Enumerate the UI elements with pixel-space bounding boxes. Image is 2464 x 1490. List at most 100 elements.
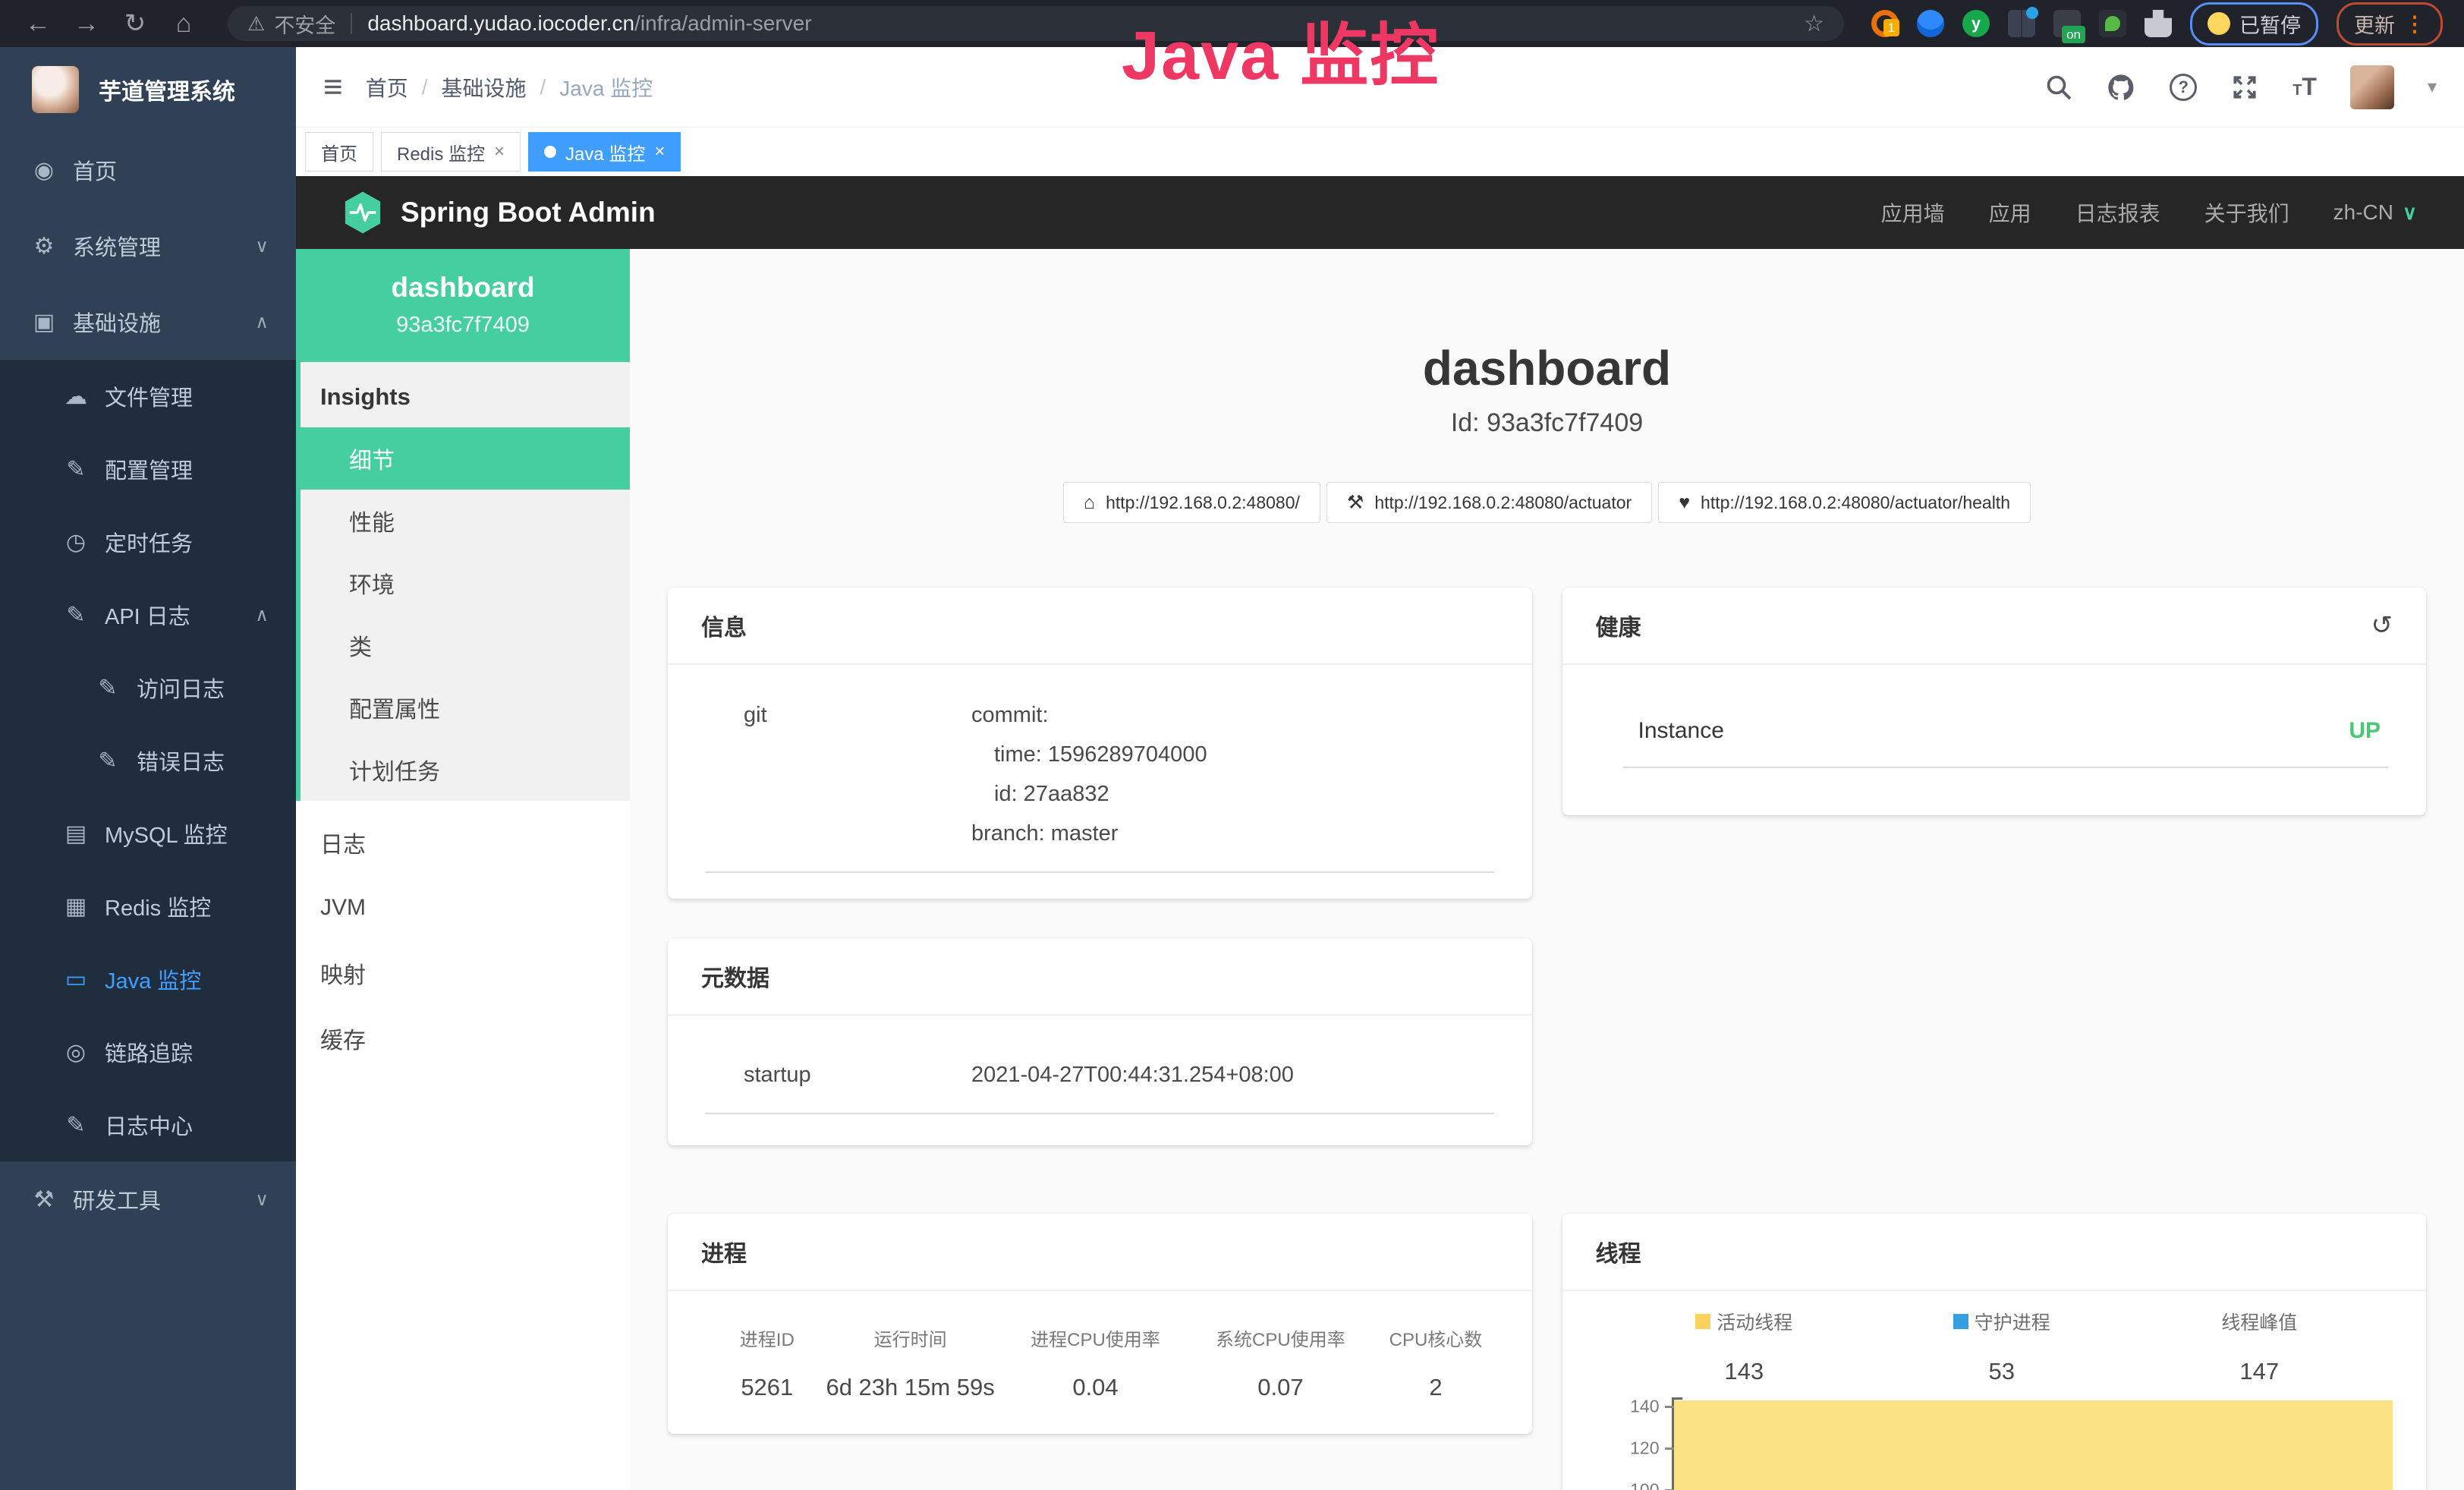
sba-item-mappings[interactable]: 映射 xyxy=(296,940,630,1006)
extension-icon-pin[interactable] xyxy=(1917,10,1944,37)
browser-reload-icon[interactable]: ↻ xyxy=(118,8,152,39)
font-size-icon[interactable]: TT xyxy=(2292,73,2317,101)
sba-root-items: 日志 JVM 映射 缓存 xyxy=(296,801,630,1071)
sidebar-item-config-management[interactable]: ✎ 配置管理 xyxy=(0,433,296,506)
sba-item-jvm[interactable]: JVM xyxy=(296,875,630,940)
health-instance-row[interactable]: Instance UP xyxy=(1562,665,2427,744)
sidebar-item-home[interactable]: ◉ 首页 xyxy=(0,132,296,208)
legend-label: 活动线程 xyxy=(1717,1308,1792,1335)
legend-peak-threads[interactable]: 线程峰值 xyxy=(2131,1308,2389,1335)
startup-row: startup 2021-04-27T00:44:31.254+08:00 xyxy=(668,1016,1532,1095)
browser-home-icon[interactable]: ⌂ xyxy=(167,9,200,39)
url-domain[interactable]: dashboard.yudao.iocoder.cn xyxy=(367,11,634,36)
sba-item-classes[interactable]: 类 xyxy=(301,614,630,676)
profile-paused-chip[interactable]: 已暂停 xyxy=(2190,2,2318,46)
search-icon[interactable] xyxy=(2045,74,2072,101)
health-url-button[interactable]: ♥ http://192.168.0.2:48080/actuator/heal… xyxy=(1658,482,2031,523)
browser-forward-icon[interactable]: → xyxy=(70,9,103,39)
fullscreen-icon[interactable] xyxy=(2230,73,2259,102)
sidebar-item-log-center[interactable]: ✎ 日志中心 xyxy=(0,1088,296,1161)
gear-icon: ⚙ xyxy=(30,233,58,260)
help-icon[interactable]: ? xyxy=(2170,74,2197,101)
sba-item-details[interactable]: 细节 xyxy=(301,427,630,490)
sba-item-caches[interactable]: 缓存 xyxy=(296,1006,630,1071)
y-tick-label: 120 xyxy=(1630,1438,1659,1459)
sidebar-item-infrastructure[interactable]: ▣ 基础设施 ∧ xyxy=(0,284,296,360)
extension-icon-leaf[interactable] xyxy=(2099,10,2126,37)
extension-icon-y[interactable]: y xyxy=(1962,10,1990,37)
sidebar-item-label: 错误日志 xyxy=(137,745,225,777)
page-title: dashboard xyxy=(668,340,2426,396)
github-icon[interactable] xyxy=(2106,72,2136,102)
actuator-url-button[interactable]: ⚒ http://192.168.0.2:48080/actuator xyxy=(1326,482,1652,523)
sba-locale-select[interactable]: zh-CN ∨ xyxy=(2333,200,2417,225)
extension-icon-switch[interactable]: on xyxy=(2053,10,2081,37)
legend-daemon-threads[interactable]: 守护进程 xyxy=(1873,1308,2131,1335)
caret-down-icon[interactable]: ▾ xyxy=(2428,76,2437,98)
tag-redis-monitor[interactable]: Redis 监控 × xyxy=(381,132,521,172)
service-url-button[interactable]: ⌂ http://192.168.0.2:48080/ xyxy=(1063,482,1320,523)
sidebar-item-system[interactable]: ⚙ 系统管理 ∨ xyxy=(0,208,296,284)
history-icon[interactable]: ↺ xyxy=(2371,610,2393,641)
sidebar-item-dev-tools[interactable]: ⚒ 研发工具 ∨ xyxy=(0,1161,296,1237)
col-header: 系统CPU使用率 xyxy=(1191,1325,1370,1351)
sba-item-logs[interactable]: 日志 xyxy=(296,810,630,875)
chevron-up-icon: ∧ xyxy=(255,311,269,333)
update-label: 更新 xyxy=(2354,9,2395,39)
sba-item-config-props[interactable]: 配置属性 xyxy=(301,676,630,739)
browser-back-icon[interactable]: ← xyxy=(21,9,55,39)
url-path[interactable]: /infra/admin-server xyxy=(634,11,811,36)
sidebar-item-label: 配置管理 xyxy=(105,453,193,485)
threads-legend: 活动线程 守护进程 线程峰值 xyxy=(1562,1291,2427,1335)
chevron-up-icon: ∧ xyxy=(255,604,269,626)
browser-url-bar[interactable]: ⚠ 不安全 dashboard.yudao.iocoder.cn /infra/… xyxy=(228,6,1844,41)
sidebar-item-label: API 日志 xyxy=(105,599,190,631)
chrome-menu-kebab-icon[interactable]: ⋮ xyxy=(2404,11,2425,36)
sba-brand-title[interactable]: Spring Boot Admin xyxy=(401,197,656,228)
extension-icon-grid[interactable] xyxy=(2008,10,2035,37)
hamburger-icon[interactable]: ≡ xyxy=(323,68,343,106)
instance-links: ⌂ http://192.168.0.2:48080/ ⚒ http://192… xyxy=(668,482,2426,523)
sba-nav-about[interactable]: 关于我们 xyxy=(2204,197,2289,228)
metadata-card: 元数据 startup 2021-04-27T00:44:31.254+08:0… xyxy=(668,938,1532,1145)
sidebar-item-scheduled-jobs[interactable]: ◷ 定时任务 xyxy=(0,506,296,578)
instance-id-line: Id: 93a3fc7f7409 xyxy=(668,408,2426,438)
extension-icon-orange[interactable]: 1 xyxy=(1871,10,1899,37)
edit-icon: ✎ xyxy=(62,456,90,483)
breadcrumb-home[interactable]: 首页 xyxy=(366,72,408,102)
bookmark-star-icon[interactable]: ☆ xyxy=(1804,11,1824,37)
sba-nav-journal[interactable]: 日志报表 xyxy=(2075,197,2160,228)
sba-instance-header[interactable]: dashboard 93a3fc7f7409 xyxy=(296,249,630,362)
chrome-update-button[interactable]: 更新 ⋮ xyxy=(2337,2,2443,46)
breadcrumb-infrastructure[interactable]: 基础设施 xyxy=(441,72,526,102)
sba-nav-wallboard[interactable]: 应用墙 xyxy=(1881,197,1945,228)
page-annotation: Java 监控 xyxy=(1122,0,1440,99)
git-commit-line: commit: xyxy=(971,695,1494,735)
sba-item-scheduled-tasks[interactable]: 计划任务 xyxy=(301,739,630,801)
sidebar-item-file-management[interactable]: ☁ 文件管理 xyxy=(0,360,296,433)
sidebar-item-redis-monitor[interactable]: ▦ Redis 监控 xyxy=(0,870,296,943)
info-card-header: 信息 xyxy=(668,587,1532,665)
user-avatar[interactable] xyxy=(2350,65,2394,109)
tag-home[interactable]: 首页 xyxy=(305,132,373,172)
sidebar-item-tracing[interactable]: ◎ 链路追踪 xyxy=(0,1016,296,1088)
sba-item-metrics[interactable]: 性能 xyxy=(301,490,630,552)
close-icon[interactable]: × xyxy=(494,141,505,162)
not-secure-label[interactable]: 不安全 xyxy=(274,9,335,39)
sidebar-item-mysql-monitor[interactable]: ▤ MySQL 监控 xyxy=(0,797,296,870)
sba-nav-applications[interactable]: 应用 xyxy=(1989,197,2031,228)
close-icon[interactable]: × xyxy=(654,141,665,162)
sidebar-item-access-log[interactable]: ✎ 访问日志 xyxy=(0,651,296,724)
sidebar-item-java-monitor[interactable]: ▭ Java 监控 xyxy=(0,943,296,1016)
sba-item-environment[interactable]: 环境 xyxy=(301,552,630,614)
sidebar-item-api-log[interactable]: ✎ API 日志 ∧ xyxy=(0,578,296,651)
eye-icon: ◎ xyxy=(62,1039,90,1066)
sba-content: dashboard Id: 93a3fc7f7409 ⌂ http://192.… xyxy=(630,249,2464,1490)
legend-live-threads[interactable]: 活动线程 xyxy=(1616,1308,1874,1335)
locale-label: zh-CN xyxy=(2333,200,2393,225)
app-logo-row[interactable]: 芋道管理系统 xyxy=(0,47,296,132)
sidebar-item-error-log[interactable]: ✎ 错误日志 xyxy=(0,724,296,797)
extensions-puzzle-icon[interactable] xyxy=(2145,10,2172,37)
profile-emoji-avatar xyxy=(2208,12,2230,35)
tag-java-monitor[interactable]: Java 监控 × xyxy=(528,132,681,172)
